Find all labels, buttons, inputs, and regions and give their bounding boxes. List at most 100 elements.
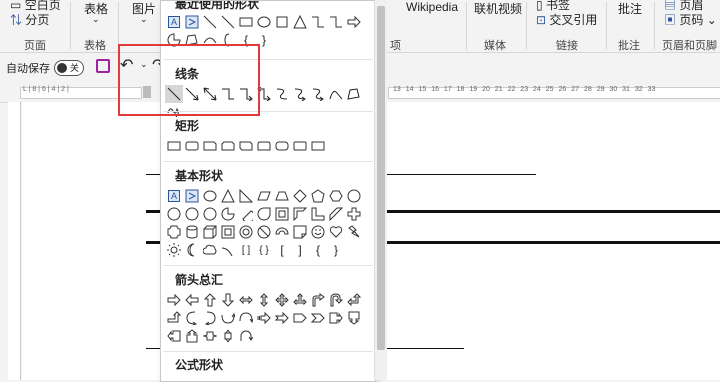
hexagon-shape[interactable]	[327, 187, 345, 205]
striped-right-arrow-shape[interactable]	[255, 309, 273, 327]
arrow-down-shape[interactable]	[219, 291, 237, 309]
rounded-rectangle-shape[interactable]	[273, 137, 291, 155]
curved-up-arrow-shape[interactable]	[219, 309, 237, 327]
curved-right-arrow-shape[interactable]	[183, 309, 201, 327]
pentagon-arrow-shape[interactable]	[291, 309, 309, 327]
curved-left-arrow-shape[interactable]	[201, 309, 219, 327]
rectangle-shape[interactable]	[165, 137, 183, 155]
circular-arrow-shape[interactable]	[237, 327, 255, 345]
teardrop-shape[interactable]	[255, 205, 273, 223]
left-brace-shape[interactable]: {	[309, 241, 327, 259]
can-shape[interactable]	[183, 223, 201, 241]
double-brace-shape[interactable]: { }	[255, 241, 273, 259]
left-up-arrow-shape[interactable]	[345, 291, 363, 309]
menu-scrollbar[interactable]	[374, 0, 387, 380]
curved-down-arrow-shape[interactable]	[237, 309, 255, 327]
left-right-arrow-callout-shape[interactable]	[201, 327, 219, 345]
pie-shape[interactable]	[219, 205, 237, 223]
curved-connector-shape[interactable]	[273, 85, 291, 103]
donut-shape[interactable]	[237, 223, 255, 241]
diamond-shape[interactable]	[291, 187, 309, 205]
comment-button[interactable]: 批注	[618, 0, 642, 17]
bent-arrow-shape[interactable]	[309, 291, 327, 309]
pentagon-shape[interactable]	[309, 187, 327, 205]
page-break-button[interactable]: ⇅ 分页	[10, 11, 49, 28]
snip-rectangle-shape[interactable]	[201, 137, 219, 155]
plaque-shape[interactable]	[165, 223, 183, 241]
curved-arrow-connector-shape[interactable]	[291, 85, 309, 103]
quad-arrow-shape[interactable]	[273, 291, 291, 309]
snip-rectangle-shape[interactable]	[237, 137, 255, 155]
bevel-shape[interactable]	[219, 223, 237, 241]
heart-shape[interactable]	[327, 223, 345, 241]
arrow-up-shape[interactable]	[201, 291, 219, 309]
half-frame-shape[interactable]	[291, 205, 309, 223]
vertical-textbox-shape[interactable]	[183, 13, 201, 31]
u-turn-arrow-shape[interactable]	[327, 291, 345, 309]
rounded-rectangle-shape[interactable]	[183, 137, 201, 155]
elbow-connector-shape[interactable]	[309, 13, 327, 31]
left-right-arrow-shape[interactable]	[237, 291, 255, 309]
chord-shape[interactable]	[237, 205, 255, 223]
left-right-up-arrow-shape[interactable]	[291, 291, 309, 309]
curved-double-arrow-shape[interactable]	[309, 85, 327, 103]
arrow-left-shape[interactable]	[183, 291, 201, 309]
online-video-button[interactable]: 联机视频	[474, 0, 522, 17]
wikipedia-button[interactable]: Wikipedia	[406, 0, 458, 14]
round-snip-rectangle-shape[interactable]	[255, 137, 273, 155]
left-bracket-shape[interactable]: [	[273, 241, 291, 259]
minus-shape[interactable]: −	[183, 375, 201, 381]
folded-corner-shape[interactable]	[291, 223, 309, 241]
notched-right-arrow-shape[interactable]	[273, 309, 291, 327]
rectangle-shape[interactable]	[309, 137, 327, 155]
quad-arrow-callout-shape[interactable]	[219, 327, 237, 345]
chevron-down-icon[interactable]: ⌄	[140, 14, 148, 25]
trapezoid-shape[interactable]	[273, 187, 291, 205]
right-bracket-shape[interactable]: ]	[291, 241, 309, 259]
vertical-textbox-shape[interactable]	[183, 187, 201, 205]
down-arrow-callout-shape[interactable]	[345, 309, 363, 327]
arc-shape[interactable]	[219, 241, 237, 259]
snip-rectangle-shape[interactable]	[219, 137, 237, 155]
chevron-down-icon[interactable]: ⌄	[92, 14, 100, 25]
smiley-face-shape[interactable]	[309, 223, 327, 241]
oval-shape[interactable]	[201, 187, 219, 205]
autosave-toggle[interactable]: 关	[54, 60, 84, 76]
left-arrow-callout-shape[interactable]	[165, 327, 183, 345]
rectangle-shape[interactable]	[237, 13, 255, 31]
textbox-shape[interactable]: A	[165, 187, 183, 205]
dodecagon-shape[interactable]	[201, 205, 219, 223]
lightning-bolt-shape[interactable]	[345, 223, 363, 241]
cross-shape[interactable]	[345, 205, 363, 223]
block-arc-shape[interactable]	[273, 223, 291, 241]
arrow-right-shape[interactable]	[345, 13, 363, 31]
line-shape[interactable]	[219, 13, 237, 31]
right-brace-shape[interactable]: }	[327, 241, 345, 259]
frame-shape[interactable]	[273, 205, 291, 223]
line-shape[interactable]	[201, 13, 219, 31]
chevron-shape[interactable]	[309, 309, 327, 327]
heptagon-shape[interactable]	[345, 187, 363, 205]
up-down-arrow-shape[interactable]	[255, 291, 273, 309]
rectangle-shape[interactable]	[273, 13, 291, 31]
cloud-shape[interactable]	[201, 241, 219, 259]
octagon-shape[interactable]	[165, 205, 183, 223]
bent-up-arrow-shape[interactable]	[165, 309, 183, 327]
double-bracket-shape[interactable]: [ ]	[237, 241, 255, 259]
curve-shape[interactable]	[327, 85, 345, 103]
freeform-shape[interactable]	[345, 85, 363, 103]
right-arrow-callout-shape[interactable]	[327, 309, 345, 327]
triangle-shape[interactable]	[291, 13, 309, 31]
plus-shape[interactable]: +	[165, 375, 183, 381]
sun-shape[interactable]	[165, 241, 183, 259]
rounded-rectangle-shape[interactable]	[291, 137, 309, 155]
textbox-shape[interactable]: A	[165, 13, 183, 31]
scrollbar-thumb[interactable]	[377, 6, 385, 350]
l-shape[interactable]	[309, 205, 327, 223]
cube-shape[interactable]	[201, 223, 219, 241]
triangle-shape[interactable]	[219, 187, 237, 205]
cross-reference-button[interactable]: ⊡ 交叉引用	[536, 11, 597, 28]
no-symbol-shape[interactable]	[255, 223, 273, 241]
page-number-button[interactable]: ▣ 页码 ⌄	[664, 11, 717, 28]
moon-shape[interactable]	[183, 241, 201, 259]
